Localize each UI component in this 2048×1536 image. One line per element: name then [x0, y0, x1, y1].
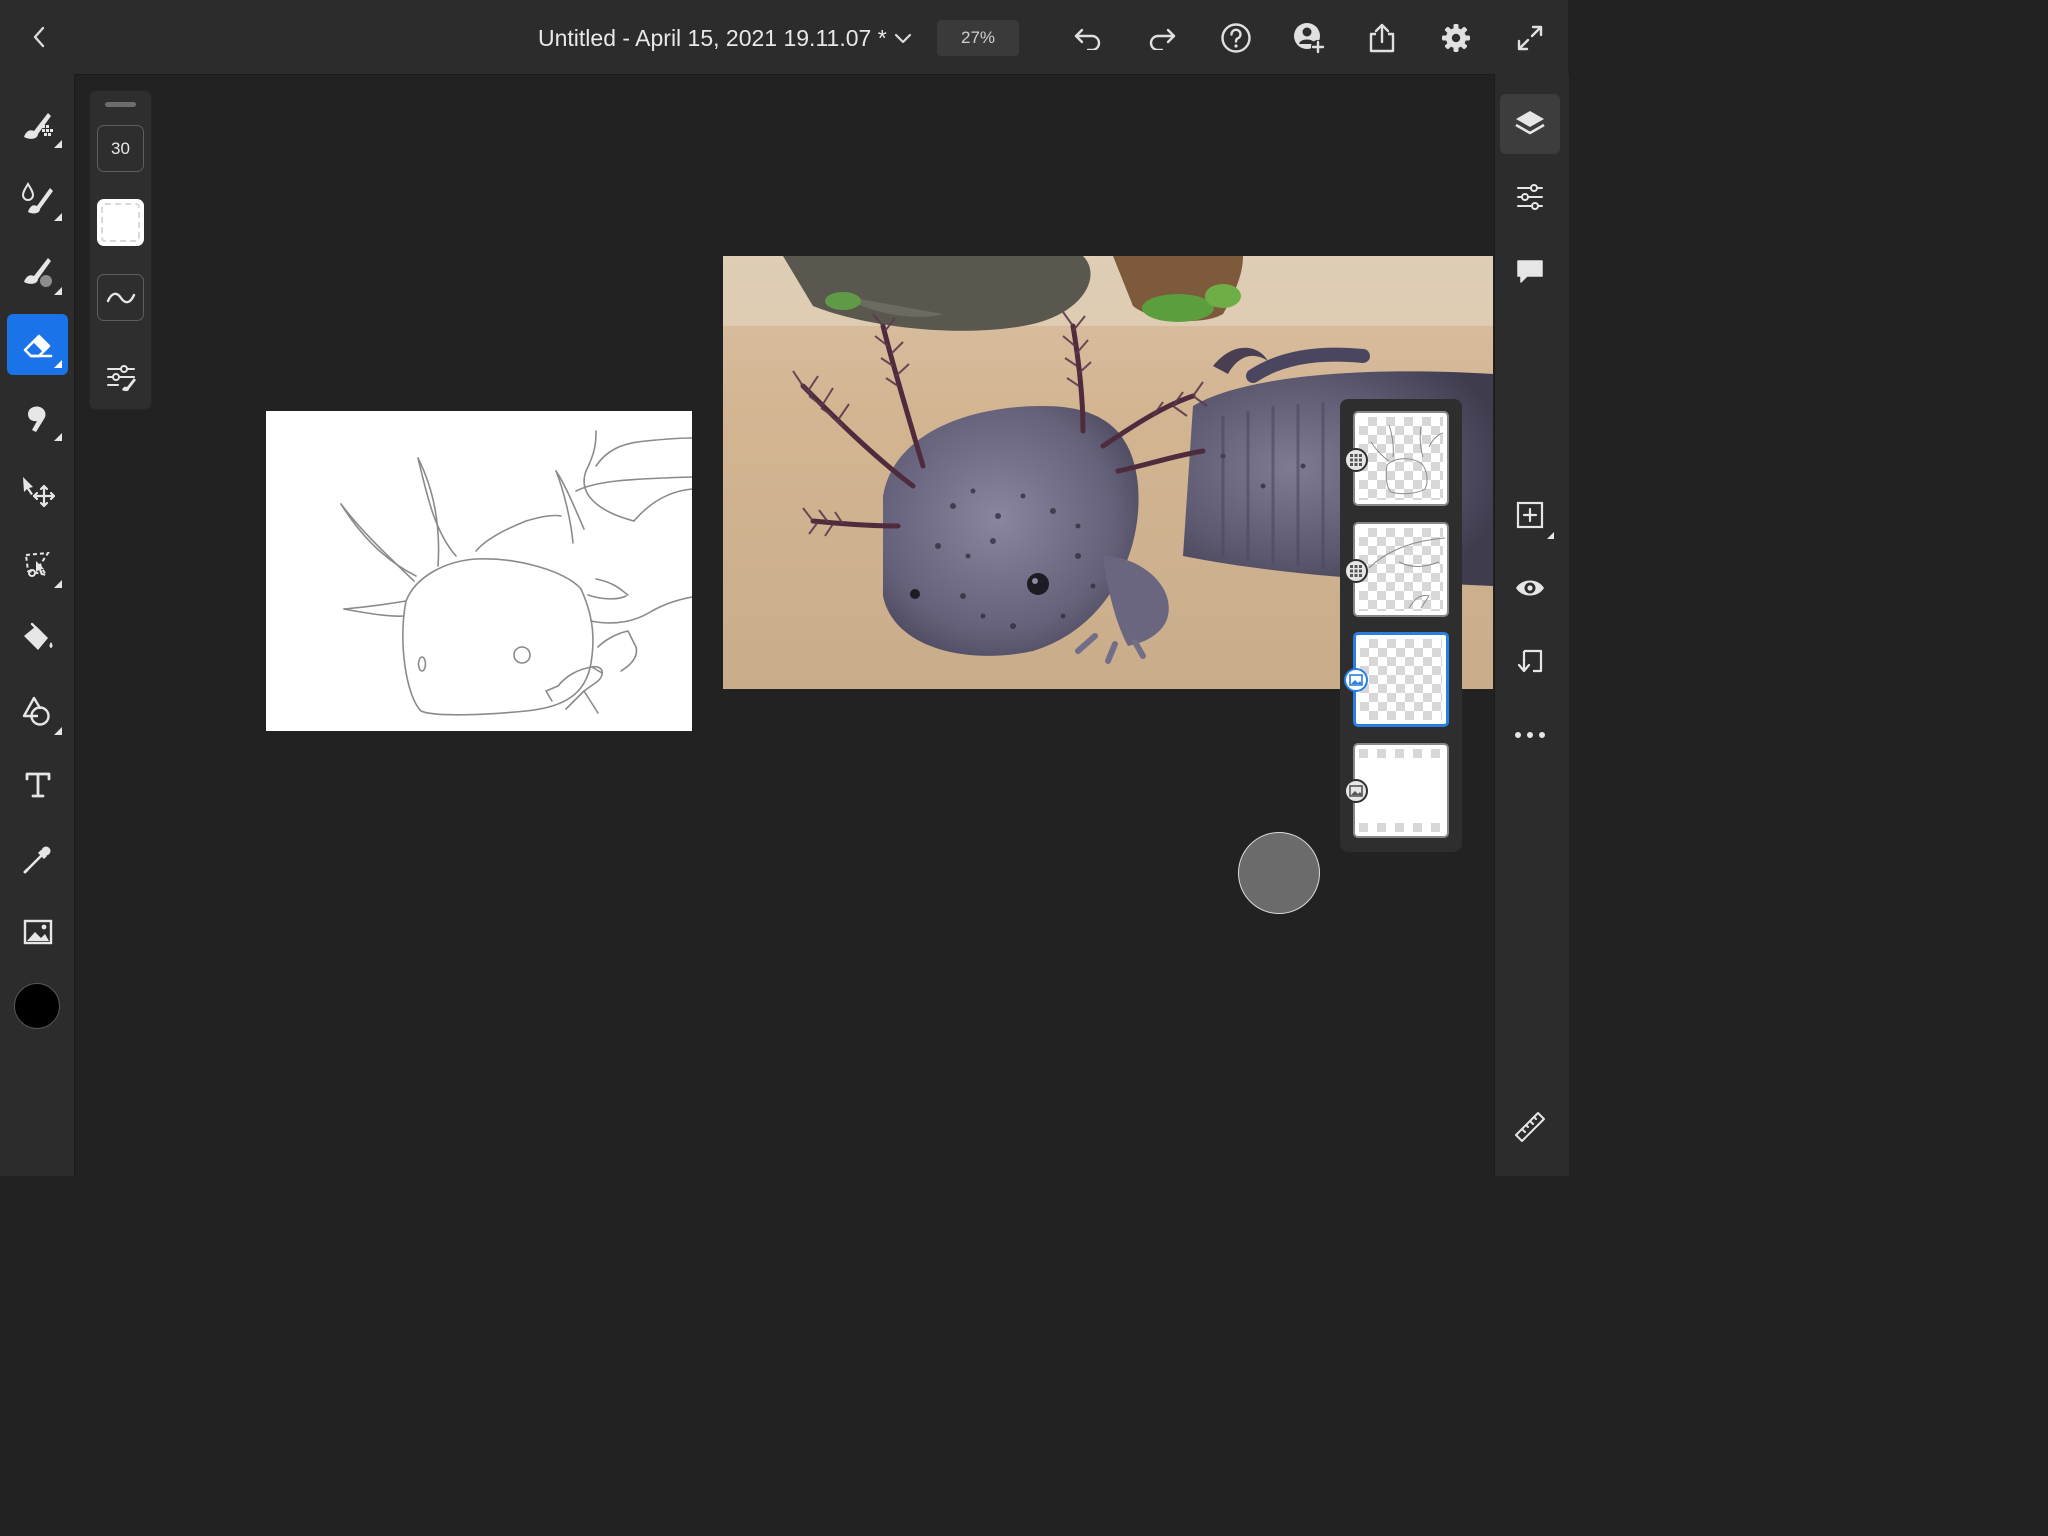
invite-icon [1294, 23, 1325, 54]
submenu-indicator [54, 360, 62, 368]
image-tool[interactable] [7, 901, 68, 962]
brush-settings-button[interactable] [97, 352, 144, 399]
brush-settings-icon [106, 364, 136, 391]
invite-button[interactable] [1289, 18, 1329, 58]
title-dropdown-button[interactable] [890, 26, 916, 52]
move-icon [22, 476, 55, 507]
layers-button[interactable] [1500, 94, 1560, 154]
pixel-layer-icon [1344, 448, 1368, 472]
help-icon [1221, 23, 1251, 53]
submenu-indicator [54, 580, 62, 588]
smoothing-button[interactable] [97, 274, 144, 321]
text-icon [25, 772, 50, 797]
current-color-swatch[interactable] [14, 983, 60, 1029]
submenu-indicator [54, 287, 62, 295]
add-layer-button[interactable] [1500, 485, 1560, 545]
merge-down-button[interactable] [1500, 632, 1560, 692]
text-tool[interactable] [7, 754, 68, 815]
comments-icon [1517, 260, 1543, 283]
transparency-edge [1359, 823, 1443, 832]
pixel-brush-tool[interactable] [7, 94, 68, 155]
submenu-indicator [1547, 532, 1554, 539]
top-bar: Untitled - April 15, 2021 19.11.07 * 27% [0, 0, 1568, 75]
ruler-icon [1515, 1112, 1545, 1142]
zoom-level[interactable]: 27% [937, 20, 1019, 56]
smudge-icon [27, 406, 45, 432]
merge-down-icon [1517, 649, 1543, 673]
live-brush-icon [21, 181, 53, 213]
submenu-indicator [54, 727, 62, 735]
smudge-tool[interactable] [7, 387, 68, 448]
vector-brush-icon [23, 257, 52, 287]
right-panel [1494, 74, 1569, 1176]
undo-icon [1074, 28, 1101, 50]
fullscreen-button[interactable] [1510, 18, 1550, 58]
shapes-tool[interactable] [7, 681, 68, 742]
image-icon [23, 919, 52, 944]
panel-drag-handle[interactable] [105, 102, 136, 107]
eraser-tool[interactable] [7, 314, 68, 375]
move-tool[interactable] [7, 461, 68, 522]
image-layer-icon [1344, 779, 1368, 803]
submenu-indicator [54, 433, 62, 441]
touch-shortcut-button[interactable] [1238, 832, 1320, 914]
fill-tool[interactable] [7, 607, 68, 668]
comments-button[interactable] [1500, 241, 1560, 301]
share-icon [1369, 23, 1395, 53]
live-brush-tool[interactable] [7, 167, 68, 228]
pixel-brush-icon [23, 112, 53, 139]
fullscreen-icon [1517, 25, 1543, 51]
fill-icon [23, 622, 52, 650]
white-background-fill [1359, 749, 1443, 832]
axolotl-line-drawing [340, 430, 692, 716]
document-title[interactable]: Untitled - April 15, 2021 19.11.07 * [538, 22, 887, 54]
submenu-indicator [54, 140, 62, 148]
transparency-grid [1360, 639, 1442, 720]
pixel-layer-icon [1344, 559, 1368, 583]
layer-sketch-preview [1368, 537, 1445, 609]
share-button[interactable] [1362, 18, 1402, 58]
transparency-edge [1359, 749, 1443, 758]
shapes-icon [22, 696, 50, 726]
layer-properties-button[interactable] [1500, 167, 1560, 227]
chevron-left-icon [33, 26, 45, 48]
undo-button[interactable] [1068, 20, 1108, 56]
eyedropper-tool[interactable] [7, 828, 68, 889]
brush-size[interactable]: 30 [97, 125, 144, 172]
eraser-icon [23, 334, 52, 357]
vector-brush-tool[interactable] [7, 241, 68, 302]
more-button[interactable] [1500, 705, 1560, 765]
back-button[interactable] [22, 20, 56, 54]
submenu-indicator [54, 213, 62, 221]
settings-button[interactable] [1436, 18, 1476, 58]
ruler-button[interactable] [1500, 1097, 1560, 1157]
visibility-icon [1516, 580, 1544, 596]
settings-icon [1442, 24, 1470, 52]
help-button[interactable] [1216, 18, 1256, 58]
add-layer-icon [1516, 501, 1544, 529]
layer-properties-icon [1517, 184, 1543, 210]
more-icon [1515, 732, 1545, 738]
eyedropper-icon [23, 846, 50, 873]
layers-icon [1515, 111, 1545, 135]
redo-button[interactable] [1142, 20, 1182, 56]
chevron-down-icon [894, 33, 912, 44]
lasso-tool[interactable] [7, 534, 68, 595]
lasso-icon [24, 551, 50, 577]
brush-tip-preview[interactable] [97, 199, 144, 246]
sketch-artboard[interactable] [266, 411, 692, 731]
redo-icon [1149, 28, 1176, 50]
tilde-icon [106, 292, 135, 303]
visibility-button[interactable] [1500, 558, 1560, 618]
layer-sketch-preview [1370, 424, 1444, 495]
image-layer-icon [1344, 668, 1368, 692]
